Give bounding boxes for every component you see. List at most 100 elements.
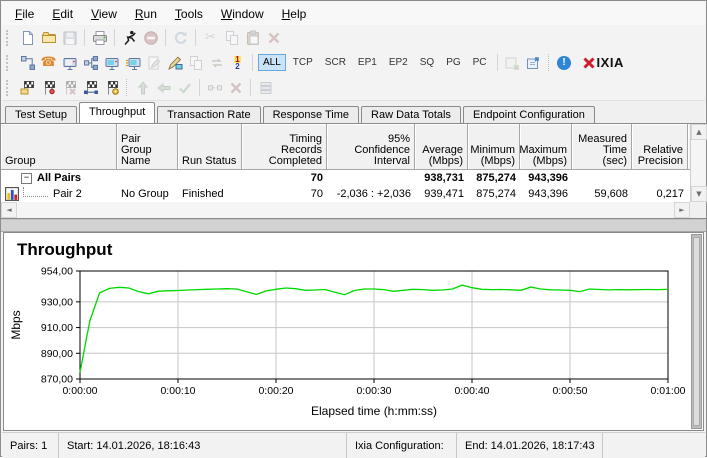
add-video-pair-icon[interactable] (59, 53, 80, 73)
tab-transaction-rate[interactable]: Transaction Rate (157, 106, 260, 123)
table-horizontal-scrollbar[interactable]: ◄ ► (1, 202, 690, 218)
tab-throughput[interactable]: Throughput (79, 102, 155, 123)
chart-scroll-thumb[interactable] (693, 237, 700, 426)
new-test-icon[interactable] (17, 28, 38, 48)
save-test-icon[interactable] (59, 28, 80, 48)
menu-edit[interactable]: Edit (43, 4, 82, 24)
table-vertical-scrollbar[interactable]: ▲ ▼ (690, 124, 706, 202)
poll-endpoints-icon[interactable] (101, 78, 122, 98)
info-icon[interactable]: ! (554, 53, 575, 73)
copy-icon[interactable] (221, 28, 242, 48)
scroll-left-icon[interactable]: ◄ (1, 202, 17, 218)
edit-ixia-config-icon[interactable] (164, 53, 185, 73)
menu-run[interactable]: Run (126, 4, 166, 24)
throughput-chart-pane: Throughput 0:00:000:00:100:00:200:00:300… (3, 232, 704, 431)
link-pairs-icon[interactable] (204, 78, 225, 98)
edit-pair-icon[interactable] (143, 53, 164, 73)
column-header-timing_records[interactable]: Timing Records Completed (242, 124, 327, 170)
toolbar-separator (250, 79, 251, 96)
tab-test-setup[interactable]: Test Setup (5, 106, 77, 123)
table-header-row: GroupPair Group NameRun StatusTiming Rec… (1, 124, 706, 170)
column-header-avg[interactable]: Average (Mbps) (415, 124, 468, 170)
svg-text:910,00: 910,00 (41, 322, 73, 334)
menu-help[interactable]: Help (273, 4, 316, 24)
toolbar-run (2, 75, 705, 101)
print-icon[interactable] (89, 28, 110, 48)
collapse-toggle-icon[interactable]: − (21, 173, 32, 184)
chart-vertical-scrollbar[interactable] (691, 234, 702, 429)
filter-all-button[interactable]: ALL (258, 54, 286, 71)
tree-branch-icon (23, 187, 48, 197)
column-header-run_status[interactable]: Run Status (178, 124, 242, 170)
scroll-right-icon[interactable]: ► (674, 202, 690, 218)
move-back-icon[interactable] (153, 78, 174, 98)
column-header-pair_group_name[interactable]: Pair Group Name (117, 124, 178, 170)
compare-results-icon[interactable] (80, 78, 101, 98)
filter-ep2-button[interactable]: EP2 (384, 54, 413, 71)
svg-text:0:00:50: 0:00:50 (552, 385, 587, 397)
cell-confidence: -2,036 : +2,036 (327, 188, 415, 200)
row-pair-2[interactable]: Pair 2No GroupFinished70-2,036 : +2,0369… (1, 186, 706, 202)
filter-pg-button[interactable]: PG (441, 54, 465, 71)
toolbar-grip[interactable] (6, 55, 13, 71)
horizontal-scroll-track[interactable] (17, 202, 674, 218)
import-test-icon[interactable] (502, 53, 523, 73)
svg-text:954,00: 954,00 (41, 266, 73, 278)
toolbar-grip[interactable] (6, 80, 13, 96)
add-hardware-video-pair-icon[interactable] (101, 53, 122, 73)
add-video-stream-icon[interactable] (122, 53, 143, 73)
toolbar-standard: ✂ (2, 25, 705, 51)
svg-text:Mbps: Mbps (9, 310, 23, 339)
move-up-icon[interactable] (132, 78, 153, 98)
column-header-min[interactable]: Minimum (Mbps) (468, 124, 520, 170)
apply-icon[interactable] (174, 78, 195, 98)
pane-splitter[interactable] (1, 219, 706, 232)
tab-endpoint-configuration[interactable]: Endpoint Configuration (463, 106, 595, 123)
scroll-up-icon[interactable]: ▲ (691, 124, 707, 140)
column-header-max[interactable]: Maximum (Mbps) (520, 124, 572, 170)
throughput-line-chart: 0:00:000:00:100:00:200:00:300:00:400:00:… (4, 233, 705, 430)
run-test-icon[interactable] (119, 28, 140, 48)
export-test-icon[interactable] (523, 53, 544, 73)
vertical-scroll-track[interactable] (691, 140, 706, 186)
column-header-time[interactable]: Measured Time (sec) (572, 124, 632, 170)
menu-window[interactable]: Window (212, 4, 273, 24)
filter-scr-button[interactable]: SCR (320, 54, 351, 71)
stop-test-icon[interactable] (140, 28, 161, 48)
toolbar-grip[interactable] (6, 30, 13, 46)
menu-file[interactable]: File (6, 4, 43, 24)
refresh-icon[interactable] (170, 28, 191, 48)
group-pairs-icon[interactable] (255, 78, 276, 98)
filter-ep1-button[interactable]: EP1 (353, 54, 382, 71)
cell-max: 943,396 (520, 172, 572, 184)
set-run-order-icon[interactable]: 12 (227, 53, 248, 73)
tab-raw-data-totals[interactable]: Raw Data Totals (361, 106, 461, 123)
menu-view[interactable]: View (82, 4, 126, 24)
swap-endpoints-icon[interactable] (206, 53, 227, 73)
column-header-precision[interactable]: Relative Precision (632, 124, 688, 170)
column-header-group[interactable]: Group (1, 124, 117, 170)
filter-sq-button[interactable]: SQ (415, 54, 439, 71)
scroll-down-icon[interactable]: ▼ (691, 186, 707, 202)
mark-results-icon[interactable] (38, 78, 59, 98)
filter-tcp-button[interactable]: TCP (288, 54, 318, 71)
open-test-icon[interactable] (38, 28, 59, 48)
status-bar: Pairs: 1 Start: 14.01.2026, 18:16:43 Ixi… (2, 432, 705, 458)
cell-precision: 0,217 (632, 188, 688, 200)
add-pair-icon[interactable] (17, 53, 38, 73)
menu-tools[interactable]: Tools (166, 4, 212, 24)
unlink-pairs-icon[interactable] (225, 78, 246, 98)
filter-pc-button[interactable]: PC (468, 54, 492, 71)
add-voip-pair-icon[interactable]: ☎ (38, 53, 59, 73)
duplicate-pair-icon[interactable] (185, 53, 206, 73)
cut-icon[interactable]: ✂ (200, 28, 221, 48)
discard-results-icon[interactable] (59, 78, 80, 98)
tab-response-time[interactable]: Response Time (263, 106, 359, 123)
cell-time: 59,608 (572, 188, 632, 200)
delete-icon[interactable] (263, 28, 284, 48)
results-table-pane: GroupPair Group NameRun StatusTiming Rec… (1, 123, 706, 219)
add-multicast-group-icon[interactable] (80, 53, 101, 73)
paste-icon[interactable] (242, 28, 263, 48)
column-header-confidence[interactable]: 95% Confidence Interval (327, 124, 415, 170)
open-results-icon[interactable] (17, 78, 38, 98)
